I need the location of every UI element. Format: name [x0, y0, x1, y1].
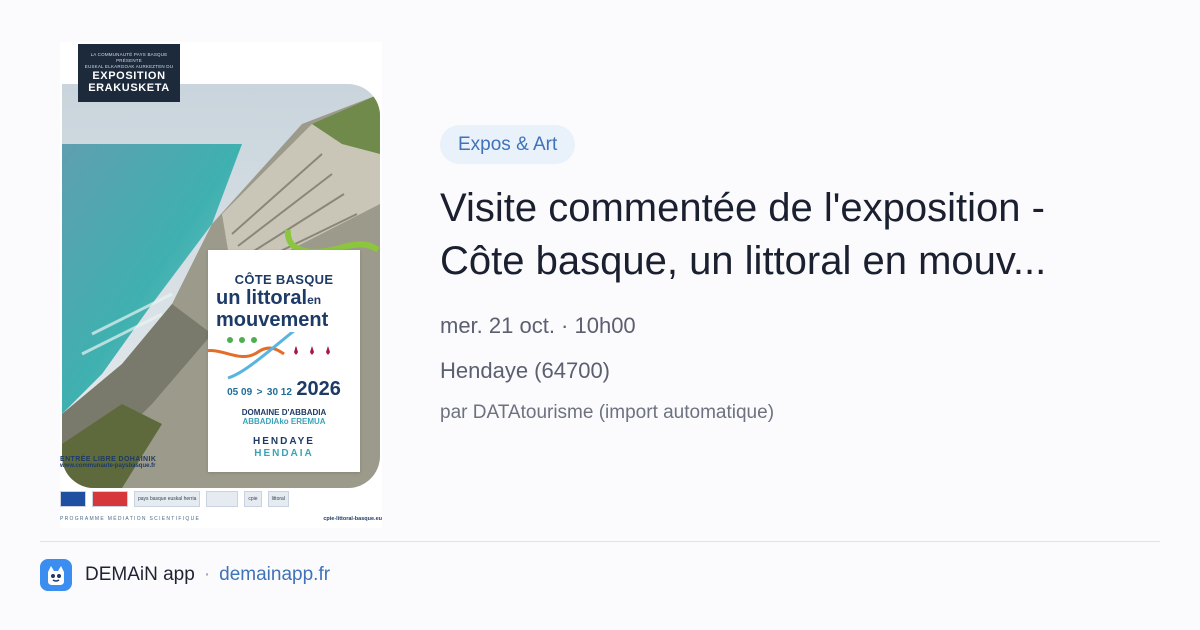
app-logo-icon	[40, 559, 72, 591]
poster-footer: ENTRÉE LIBRE DOHAINIK www.communaute-pay…	[60, 456, 382, 522]
event-poster-image: LA COMMUNAUTÉ PAYS BASQUE PRÉSENTE EUSKA…	[60, 42, 382, 528]
poster-header-line3: EXPOSITION	[92, 70, 166, 82]
poster-domaine: DOMAINE D'ABBADIA ABBADIAko EREMUA	[208, 408, 360, 426]
footer-divider	[40, 541, 1160, 542]
region-logo	[92, 491, 128, 507]
poster-city-fr: HENDAYE	[253, 436, 315, 447]
poster-card-line1: CÔTE BASQUE	[234, 272, 334, 287]
pays-basque-logo: pays basque euskal herria	[134, 491, 201, 507]
mascot-icon	[48, 566, 64, 585]
event-date: mer. 21 oct. · 10h00	[440, 313, 636, 338]
poster-entry-text: ENTRÉE LIBRE DOHAINIK	[60, 456, 157, 463]
app-website-link[interactable]: demainapp.fr	[219, 564, 330, 586]
eu-flag-logo	[60, 491, 86, 507]
poster-card-littoral: un littoralen mouvement	[216, 288, 356, 330]
app-footer: DEMAiN app · demainapp.fr	[40, 559, 330, 591]
poster-programme-url: cpie-littoral-basque.eu	[323, 516, 382, 522]
cpie-logo: cpie	[244, 491, 262, 507]
poster-year: 2026	[296, 378, 341, 400]
poster-dates-sep: >	[256, 387, 263, 398]
poster-card-line3: mouvement	[216, 309, 329, 331]
event-organizer: par DATAtourisme (import automatique)	[440, 402, 775, 423]
poster-site-text: www.communaute-paysbasque.fr	[60, 463, 156, 469]
footer-separator: ·	[203, 564, 211, 585]
poster-dates-end: 30 12	[266, 387, 292, 398]
poster-header-line4: ERAKUSKETA	[88, 82, 170, 94]
poster-card-line2b: en	[307, 293, 322, 307]
poster-title-card: CÔTE BASQUE un littoralen mouvement 05 0…	[208, 250, 360, 472]
poster-card-line2a: un littoral	[216, 287, 308, 309]
poster-domaine-eu: ABBADIAko EREMUA	[242, 417, 326, 426]
poster-wave-drops	[208, 332, 330, 380]
poster-header-line1: LA COMMUNAUTÉ PAYS BASQUE PRÉSENTE	[90, 52, 168, 63]
poster-dates: 05 09 > 30 12 2026	[208, 378, 360, 401]
poster-domaine-fr: DOMAINE D'ABBADIA	[241, 408, 327, 417]
event-title[interactable]: Visite commentée de l'exposition - Côte …	[440, 182, 1160, 288]
event-location: Hendaye (64700)	[440, 358, 611, 383]
poster-header-banner: LA COMMUNAUTÉ PAYS BASQUE PRÉSENTE EUSKA…	[78, 44, 180, 102]
littoral-logo: littoral	[267, 491, 289, 507]
poster-dates-start: 05 09	[227, 387, 253, 398]
category-badge[interactable]: Expos & Art	[440, 125, 576, 164]
app-name: DEMAiN app	[85, 564, 195, 585]
partner-logo	[206, 491, 239, 507]
poster-partner-logos: pays basque euskal herria cpie littoral	[60, 486, 382, 512]
